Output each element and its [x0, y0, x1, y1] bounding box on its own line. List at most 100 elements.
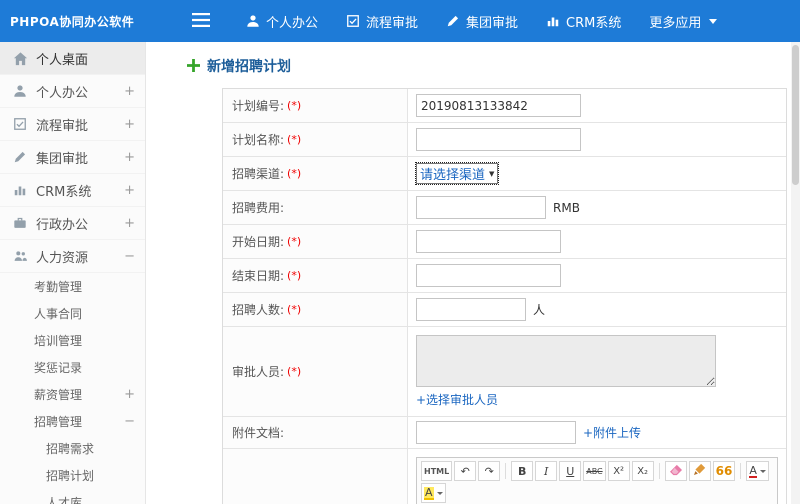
recruit-plan-form: 计划编号: (*) 计划名称: (*) 招聘渠道: (*) 请: [222, 88, 787, 504]
field-label: 计划编号: (*): [223, 89, 408, 122]
plan-no-input[interactable]: [416, 94, 581, 117]
sidebar-item-personal-office[interactable]: 个人办公 +: [0, 75, 145, 108]
subscript-button[interactable]: X₂: [631, 461, 654, 481]
required-mark: (*): [287, 167, 302, 180]
sidebar-item-group-approval[interactable]: 集团审批 +: [0, 141, 145, 174]
highlight-color-button[interactable]: A: [421, 483, 446, 503]
nav-personal-office[interactable]: 个人办公: [232, 0, 332, 42]
sidebar-item-hr-contract[interactable]: 人事合同: [0, 300, 145, 327]
sidebar-item-salary[interactable]: 薪资管理 +: [0, 381, 145, 408]
vertical-scrollbar: [791, 42, 800, 504]
sidebar-item-label: 人才库: [46, 496, 83, 504]
toolbar-separator: [740, 463, 742, 479]
nav-workflow-approval[interactable]: 流程审批: [332, 0, 432, 42]
required-mark: (*): [287, 269, 302, 282]
bar-chart-icon: [12, 182, 28, 198]
caret-down-icon: [759, 469, 766, 473]
user-icon: [246, 14, 260, 28]
sidebar-item-label: 奖惩记录: [34, 361, 83, 375]
sidebar-item-rewards[interactable]: 奖惩记录: [0, 354, 145, 381]
field-label: 附件文档:: [223, 417, 408, 448]
sidebar-item-label: 招聘管理: [34, 415, 83, 429]
nav-label: 流程审批: [366, 15, 419, 31]
upload-attachment-link[interactable]: +附件上传: [583, 424, 641, 441]
sidebar-item-label: 人事合同: [34, 307, 83, 321]
briefcase-icon: [12, 215, 28, 231]
home-icon: [12, 50, 28, 66]
undo-button[interactable]: ↶: [454, 461, 477, 481]
underline-button[interactable]: U: [559, 461, 582, 481]
paint-format-button[interactable]: [688, 461, 711, 481]
blockquote-button[interactable]: 66: [712, 461, 736, 481]
nav-group-approval[interactable]: 集团审批: [432, 0, 532, 42]
expand-toggle[interactable]: +: [124, 183, 135, 198]
page-title: 新增招聘计划: [207, 59, 291, 75]
choose-approver-link[interactable]: +选择审批人员: [416, 391, 498, 408]
collapse-toggle[interactable]: −: [124, 414, 135, 429]
rich-text-editor: HTML ↶ ↷ B I U ABC X² X₂ 66 A A: [416, 457, 778, 504]
collapse-toggle[interactable]: −: [124, 249, 135, 264]
approver-textarea[interactable]: [416, 335, 716, 387]
caret-down-icon: [436, 491, 443, 495]
edit-pencil-icon: [12, 149, 28, 165]
remove-format-icon: [669, 464, 683, 479]
sidebar-item-recruit-demand[interactable]: 招聘需求: [0, 435, 145, 462]
sidebar-item-label: 招聘计划: [46, 469, 95, 483]
italic-button[interactable]: I: [535, 461, 558, 481]
caret-down-icon: [709, 18, 718, 24]
form-row-headcount: 招聘人数: (*) 人: [223, 293, 786, 327]
expand-toggle[interactable]: +: [124, 150, 135, 165]
sidebar-item-label: 集团审批: [36, 151, 89, 167]
sidebar-item-human-resources[interactable]: 人力资源 −: [0, 240, 145, 273]
checklist-icon: [12, 116, 28, 132]
toolbar-separator: [505, 463, 507, 479]
expand-toggle[interactable]: +: [124, 387, 135, 402]
sidebar-item-label: 考勤管理: [34, 280, 83, 294]
sidebar-item-attendance[interactable]: 考勤管理: [0, 273, 145, 300]
form-row-attachment: 附件文档: +附件上传: [223, 417, 786, 449]
nav-crm-system[interactable]: CRM系统: [532, 0, 635, 42]
headcount-input[interactable]: [416, 298, 526, 321]
fee-input[interactable]: [416, 196, 546, 219]
sidebar-item-training[interactable]: 培训管理: [0, 327, 145, 354]
sidebar-item-recruit-mgmt[interactable]: 招聘管理 −: [0, 408, 145, 435]
strikethrough-button[interactable]: ABC: [583, 461, 606, 481]
bold-button[interactable]: B: [511, 461, 534, 481]
sidebar-item-admin-office[interactable]: 行政办公 +: [0, 207, 145, 240]
channel-select[interactable]: 请选择渠道: [414, 162, 500, 185]
sidebar-item-label: 招聘需求: [46, 442, 95, 456]
plan-name-input[interactable]: [416, 128, 581, 151]
headcount-unit-label: 人: [533, 303, 546, 317]
sidebar-item-label: 个人桌面: [36, 52, 89, 68]
sidebar-item-talent-pool[interactable]: 人才库: [0, 489, 145, 504]
attachment-input[interactable]: [416, 421, 576, 444]
nav-label: 更多应用: [649, 15, 702, 31]
edit-pencil-icon: [446, 14, 460, 28]
bar-chart-icon: [546, 14, 560, 28]
expand-toggle[interactable]: +: [124, 216, 135, 231]
checklist-icon: [346, 14, 360, 28]
form-row-approver: 审批人员: (*) +选择审批人员: [223, 327, 786, 417]
redo-button[interactable]: ↷: [478, 461, 501, 481]
page-header: 新增招聘计划: [187, 56, 791, 76]
html-source-button[interactable]: HTML: [421, 461, 453, 481]
menu-toggle-button[interactable]: [192, 12, 210, 31]
nav-more-apps[interactable]: 更多应用: [635, 0, 731, 42]
scrollbar-thumb[interactable]: [792, 45, 799, 185]
remove-format-button[interactable]: [664, 461, 687, 481]
form-row-plan-name: 计划名称: (*): [223, 123, 786, 157]
sidebar-item-recruit-plan[interactable]: 招聘计划: [0, 462, 145, 489]
sidebar-item-workflow-approval[interactable]: 流程审批 +: [0, 108, 145, 141]
sidebar-item-label: 人力资源: [36, 250, 89, 266]
form-row-plan-no: 计划编号: (*): [223, 89, 786, 123]
end-date-input[interactable]: [416, 264, 561, 287]
sidebar-item-personal-desktop[interactable]: 个人桌面: [0, 42, 145, 75]
field-label: 计划名称: (*): [223, 123, 408, 156]
sidebar-item-crm-system[interactable]: CRM系统 +: [0, 174, 145, 207]
superscript-button[interactable]: X²: [607, 461, 630, 481]
expand-toggle[interactable]: +: [124, 84, 135, 99]
font-color-button[interactable]: A: [746, 461, 769, 481]
expand-toggle[interactable]: +: [124, 117, 135, 132]
nav-label: CRM系统: [566, 15, 622, 31]
start-date-input[interactable]: [416, 230, 561, 253]
